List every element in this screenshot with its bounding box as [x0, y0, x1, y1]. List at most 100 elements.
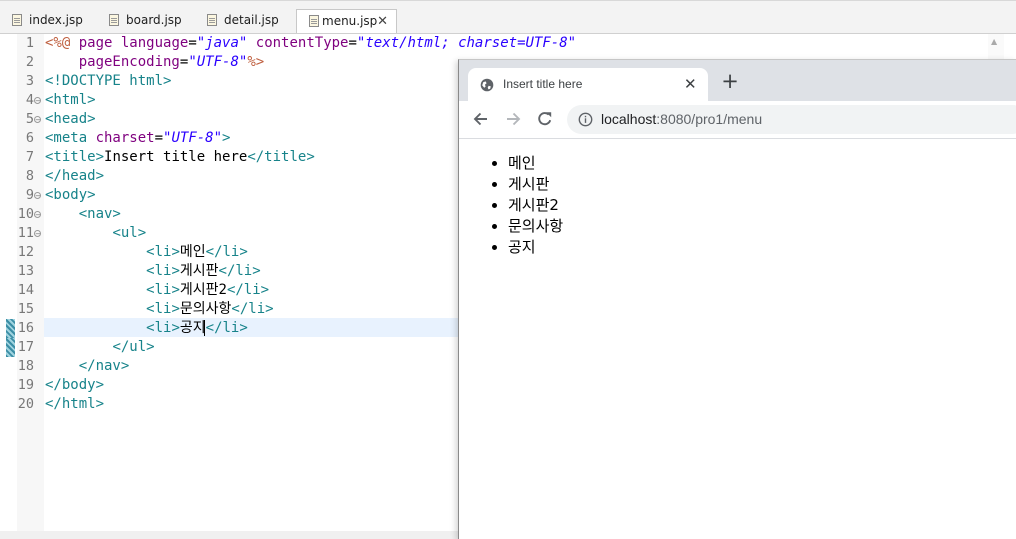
fold-collapse-icon[interactable]: − [34, 230, 41, 238]
code-line: <nav> [45, 205, 121, 224]
code-line: <li>메인</li> [45, 243, 248, 262]
list-item: 게시판 [508, 174, 563, 195]
forward-arrow-icon[interactable] [503, 109, 523, 129]
code-tag: <ul> [112, 225, 147, 241]
code-tag: <nav> [78, 206, 121, 222]
code-tag: <title> [45, 149, 105, 165]
code-value: "text/html; charset=UTF-8" [356, 35, 577, 51]
change-marker [6, 319, 15, 338]
code-tag: <li> [146, 244, 180, 260]
code-tag: </nav> [78, 358, 130, 374]
code-tag: <head> [45, 111, 96, 127]
line-number: 13 [17, 263, 34, 279]
code-line: </nav> [45, 357, 130, 376]
line-number: 19 [17, 377, 34, 393]
code-tag: </li> [218, 263, 261, 279]
code-line: </body> [45, 376, 104, 395]
code-attribute: contentType [255, 35, 349, 51]
code-line: <head> [45, 110, 96, 129]
tab-menu-jsp[interactable]: menu.jsp ✕ [296, 9, 397, 34]
code-line: <li>문의사항</li> [45, 300, 274, 319]
browser-toolbar: localhost:8080/pro1/menu [459, 101, 1016, 139]
code-text: 메인 [179, 244, 206, 260]
code-attribute: pageEncoding [78, 54, 180, 70]
tab-index-jsp[interactable]: index.jsp [0, 9, 96, 34]
jsp-file-icon [12, 14, 22, 26]
code-value: "UTF-8" [163, 130, 223, 146]
jsp-file-icon [309, 15, 319, 27]
fold-collapse-icon[interactable]: − [34, 192, 41, 200]
line-number: 11 [17, 225, 34, 241]
code-equals: = [348, 35, 357, 51]
list-item: 게시판2 [508, 195, 563, 216]
fold-collapse-icon[interactable]: − [34, 116, 41, 124]
browser-window: Insert title here ✕ + localhost:8080/pro… [458, 59, 1016, 539]
code-line: <li>게시판2</li> [45, 281, 269, 300]
address-bar[interactable]: localhost:8080/pro1/menu [567, 105, 1016, 134]
code-line: </ul> [45, 338, 155, 357]
code-tag: </li> [205, 244, 248, 260]
line-number: 10 [17, 206, 34, 222]
tab-label: board.jsp [126, 13, 182, 27]
code-tag: </ul> [112, 339, 155, 355]
code-text: 게시판 [179, 263, 219, 279]
code-tag: </title> [247, 149, 315, 165]
line-number: 3 [25, 73, 34, 89]
line-number: 6 [25, 130, 34, 146]
fold-collapse-icon[interactable]: − [34, 97, 41, 105]
code-value: "java" [196, 35, 248, 51]
code-line: <%@ page language="java" contentType="te… [45, 34, 576, 53]
code-tag: </head> [45, 168, 105, 184]
chevron-up-icon[interactable]: ▲ [991, 37, 997, 46]
code-text: 공지 [179, 320, 206, 336]
reload-icon[interactable] [535, 109, 555, 129]
code-tag: <body> [45, 187, 96, 203]
code-tag: </li> [231, 301, 274, 317]
tab-board-jsp[interactable]: board.jsp [97, 9, 194, 34]
list-item: 문의사항 [508, 216, 563, 237]
browser-tab-strip: Insert title here ✕ + [459, 60, 1016, 101]
info-icon[interactable] [578, 112, 593, 127]
browser-tab[interactable]: Insert title here ✕ [468, 68, 708, 101]
code-tag: </html> [45, 396, 105, 412]
directive-name: page [70, 35, 121, 51]
new-tab-icon[interactable]: + [721, 71, 739, 92]
url-text[interactable]: localhost:8080/pro1/menu [601, 105, 762, 134]
code-line: <title>Insert title here</title> [45, 148, 315, 167]
code-line: <html> [45, 91, 96, 110]
code-tag: <li> [146, 301, 180, 317]
code-line: pageEncoding="UTF-8"%> [45, 53, 264, 72]
globe-icon [480, 78, 494, 92]
fold-collapse-icon[interactable]: − [34, 211, 41, 219]
tab-detail-jsp[interactable]: detail.jsp [195, 9, 295, 34]
code-line-current: <li>공지</li> [45, 319, 248, 338]
code-equals: = [154, 130, 164, 146]
back-arrow-icon[interactable] [471, 109, 491, 129]
line-number: 5 [25, 111, 34, 127]
close-icon[interactable]: ✕ [684, 68, 697, 101]
line-number: 2 [25, 54, 34, 70]
code-tag: <li> [146, 263, 180, 279]
code-line: </html> [45, 395, 104, 414]
close-icon[interactable]: ✕ [377, 10, 388, 33]
code-text: Insert title here [104, 149, 248, 165]
code-line: <ul> [45, 224, 146, 243]
code-value: "UTF-8" [188, 54, 248, 70]
line-number: 8 [25, 168, 34, 184]
url-host: localhost [601, 111, 657, 127]
line-number: 14 [17, 282, 34, 298]
page-content: 메인 게시판 게시판2 문의사항 공지 [459, 139, 1016, 539]
editor-tab-bar: index.jsp board.jsp detail.jsp menu.jsp … [0, 0, 1016, 34]
code-tag: > [222, 130, 231, 146]
tab-label: index.jsp [29, 13, 83, 27]
text-caret [204, 320, 205, 336]
code-line: <li>게시판</li> [45, 262, 261, 281]
code-text: 문의사항 [179, 301, 232, 317]
tab-label: menu.jsp [322, 14, 378, 28]
